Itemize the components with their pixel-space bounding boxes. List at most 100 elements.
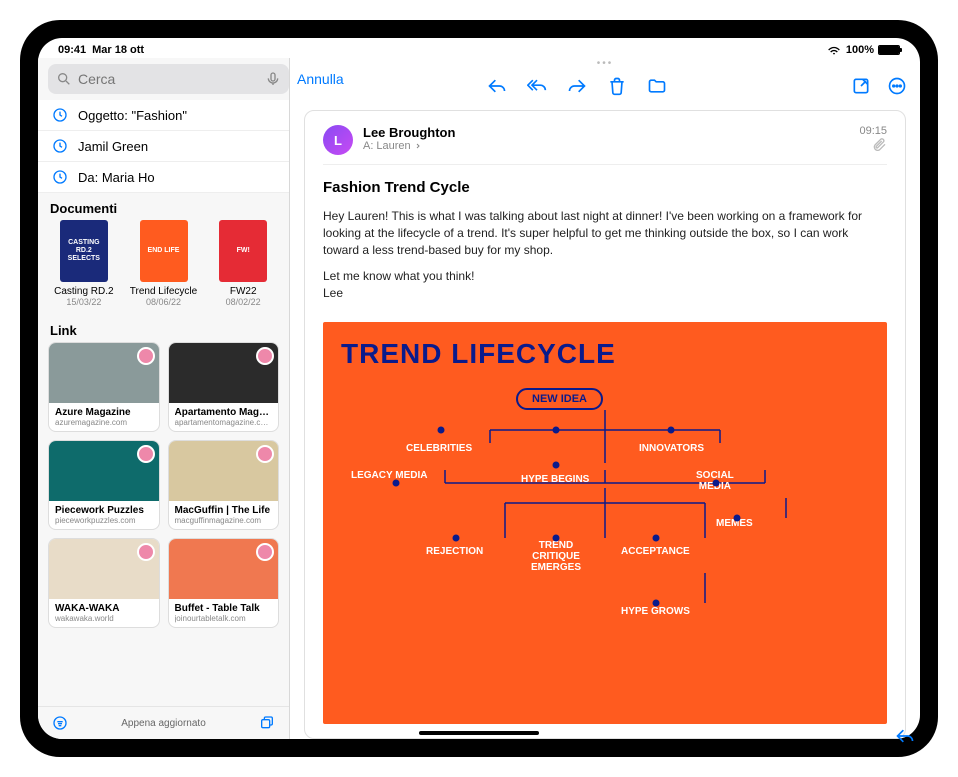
diagram-lines [341,388,869,638]
link-url: pieceworkpuzzles.com [55,516,153,525]
sidebar-footer: Appena aggiornato [38,706,289,739]
message-body: Hey Lauren! This is what I was talking a… [323,208,887,312]
link-url: joinourtabletalk.com [175,614,273,623]
document-item[interactable]: FW! FW22 08/02/22 [209,220,277,307]
links-header: Link [38,315,289,342]
search-sidebar: Annulla Oggetto: "Fashion" Jamil Green D… [38,58,290,739]
battery-pct: 100% [846,44,874,56]
message-header: L Lee Broughton A: Lauren 09:15 [323,125,887,165]
diagram-node: HYPE GROWS [621,606,690,617]
main-pane: ••• [290,58,920,739]
link-url: macguffinmagazine.com [175,516,273,525]
search-field[interactable] [48,64,289,94]
attachment-image[interactable]: TREND LIFECYCLE [323,322,887,724]
link-card[interactable]: Apartamento Maga…apartamentomagazine.c… [168,342,280,432]
message-time: 09:15 [859,125,887,137]
reply-button[interactable] [486,75,508,97]
compose-button[interactable] [850,75,872,97]
avatar [137,543,155,561]
link-url: apartamentomagazine.c… [175,418,273,427]
links-grid: Azure Magazineazuremagazine.com Apartame… [38,342,289,636]
reply-all-button[interactable] [526,75,548,97]
avatar [137,347,155,365]
documents-row: CASTING RD.2 SELECTS Casting RD.2 15/03/… [38,220,289,315]
document-name: FW22 [209,286,277,297]
avatar [137,445,155,463]
message-card: L Lee Broughton A: Lauren 09:15 [304,110,906,739]
forward-button[interactable] [566,75,588,97]
suggestion-item[interactable]: Oggetto: "Fashion" [38,100,289,131]
link-card[interactable]: Piecework Puzzlespieceworkpuzzles.com [48,440,160,530]
sync-status: Appena aggiornato [121,718,206,729]
link-card[interactable]: MacGuffin | The Lifemacguffinmagazine.co… [168,440,280,530]
documents-header: Documenti [38,193,289,220]
recent-icon [52,107,68,123]
battery-icon [878,45,900,55]
link-url: wakawaka.world [55,614,153,623]
sender-name[interactable]: Lee Broughton [363,125,455,140]
link-title: Azure Magazine [55,407,153,418]
attachment-title: TREND LIFECYCLE [341,338,869,370]
mic-icon[interactable] [265,71,281,87]
diagram-node: TRENDCRITIQUEEMERGES [531,540,581,573]
document-date: 15/03/22 [50,297,118,307]
multi-window-icon[interactable] [259,715,275,731]
document-name: Trend Lifecycle [130,286,198,297]
chevron-right-icon [414,142,422,150]
document-name: Casting RD.2 [50,286,118,297]
ipad-frame: 09:41 Mar 18 ott 100% Annulla [20,20,938,757]
diagram-node: ACCEPTANCE [621,546,690,557]
message-subject: Fashion Trend Cycle [323,179,887,196]
home-indicator[interactable] [419,731,539,735]
status-time: 09:41 [58,44,86,56]
trash-button[interactable] [606,75,628,97]
link-card[interactable]: Azure Magazineazuremagazine.com [48,342,160,432]
wifi-icon [826,42,842,58]
multitask-dots[interactable]: ••• [290,58,920,68]
link-title: MacGuffin | The Life [175,505,273,516]
document-item[interactable]: END LIFE Trend Lifecycle 08/06/22 [130,220,198,307]
diagram-node: LEGACY MEDIA [351,470,428,481]
link-card[interactable]: WAKA-WAKAwakawaka.world [48,538,160,628]
attachment-icon [871,137,887,153]
diagram: NEW IDEA CELEBRITIES INNOVATORS LEGACY M… [341,388,869,638]
move-button[interactable] [646,75,668,97]
message-toolbar [290,68,920,104]
search-input[interactable] [78,71,259,87]
document-date: 08/02/22 [209,297,277,307]
diagram-node: CELEBRITIES [406,443,472,454]
diagram-node-new-idea: NEW IDEA [516,388,603,410]
diagram-node: REJECTION [426,546,483,557]
avatar [256,543,274,561]
document-date: 08/06/22 [130,297,198,307]
link-url: azuremagazine.com [55,418,153,427]
sender-avatar[interactable]: L [323,125,353,155]
screen: 09:41 Mar 18 ott 100% Annulla [38,38,920,739]
search-suggestions: Oggetto: "Fashion" Jamil Green Da: Maria… [38,100,289,193]
suggestion-label: Oggetto: "Fashion" [78,108,187,123]
suggestion-label: Da: Maria Ho [78,170,155,185]
status-bar: 09:41 Mar 18 ott 100% [38,38,920,58]
link-card[interactable]: Buffet - Table Talkjoinourtabletalk.com [168,538,280,628]
document-thumb: END LIFE [140,220,188,282]
document-thumb: FW! [219,220,267,282]
more-button[interactable] [886,75,908,97]
document-item[interactable]: CASTING RD.2 SELECTS Casting RD.2 15/03/… [50,220,118,307]
recent-icon [52,138,68,154]
diagram-node: HYPE BEGINS [521,474,589,485]
avatar [256,445,274,463]
recipient-line[interactable]: A: Lauren [363,140,455,152]
recent-icon [52,169,68,185]
avatar [256,347,274,365]
link-title: Apartamento Maga… [175,407,273,418]
filter-icon[interactable] [52,715,68,731]
link-title: Piecework Puzzles [55,505,153,516]
status-date: Mar 18 ott [92,44,144,56]
diagram-node: INNOVATORS [639,443,704,454]
suggestion-item[interactable]: Jamil Green [38,131,289,162]
link-title: WAKA-WAKA [55,603,153,614]
suggestion-item[interactable]: Da: Maria Ho [38,162,289,193]
suggestion-label: Jamil Green [78,139,148,154]
link-title: Buffet - Table Talk [175,603,273,614]
search-icon [56,71,72,87]
